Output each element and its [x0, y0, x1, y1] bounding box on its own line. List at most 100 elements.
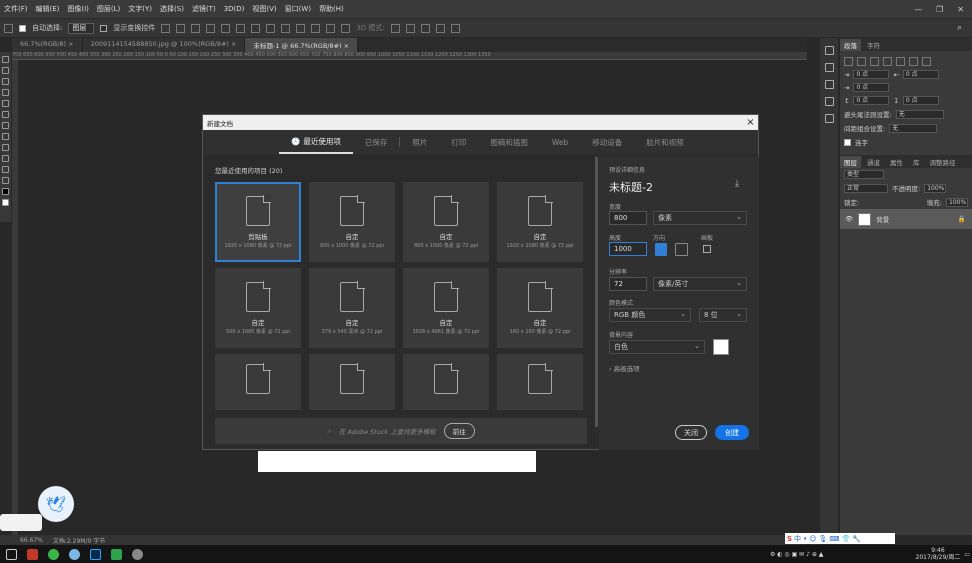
speed-widget[interactable] [0, 514, 42, 531]
create-button[interactable]: 创建 [715, 425, 749, 440]
hyphen-checkbox[interactable] [844, 138, 851, 146]
preset-card[interactable]: 自定 3508 x 4961 像素 @ 72 ppi [403, 268, 489, 348]
brush-tool-icon[interactable] [2, 100, 9, 107]
align-middle-icon[interactable] [176, 23, 186, 33]
text-tool-icon[interactable] [2, 133, 9, 140]
preset-card[interactable] [215, 354, 301, 410]
menu-3d[interactable]: 3D(D) [220, 5, 249, 13]
tray-icons[interactable]: ⚙ ◐ ◎ ▣ ✉ ♪ ⊕ ▲ [770, 551, 823, 558]
close-icon[interactable]: × [743, 117, 758, 128]
foreground-color-swatch[interactable] [2, 188, 9, 195]
background-color-swatch[interactable] [2, 199, 9, 206]
hand-tool-icon[interactable] [2, 166, 9, 173]
color-mode-dropdown[interactable]: RGB 颜色 [609, 308, 691, 322]
distribute-middle-icon[interactable] [266, 23, 276, 33]
move-tool-icon[interactable] [2, 56, 9, 63]
align-right-text-icon[interactable] [870, 57, 879, 66]
height-input[interactable]: 1000 [609, 242, 647, 256]
distribute-right-icon[interactable] [326, 23, 336, 33]
save-preset-icon[interactable]: ⤓ [735, 179, 739, 189]
emoji-icon[interactable]: ☺ [809, 535, 816, 543]
avoid-dropdown[interactable]: 无 [895, 109, 944, 119]
preset-card[interactable] [403, 354, 489, 410]
clock[interactable]: 9:46 2017/8/29/周二 [916, 547, 961, 561]
document-canvas[interactable] [258, 451, 536, 472]
3d-slide-icon[interactable] [435, 23, 445, 33]
preset-card[interactable]: 自定 500 x 1080 像素 @ 72 ppi [215, 268, 301, 348]
show-transform-checkbox[interactable] [100, 24, 108, 32]
align-bottom-icon[interactable] [191, 23, 201, 33]
menu-file[interactable]: 文件(F) [0, 4, 32, 14]
punctuation-icon[interactable]: • [803, 535, 807, 543]
spacing-dropdown[interactable]: 无 [889, 123, 938, 133]
notification-icon[interactable]: ▭ [964, 551, 970, 558]
3d-rotate-icon[interactable] [390, 23, 400, 33]
tab-art[interactable]: 图稿和插图 [478, 130, 540, 154]
paths-icon[interactable] [824, 97, 834, 106]
preset-card[interactable] [497, 354, 583, 410]
visibility-eye-icon[interactable]: 👁 [845, 215, 853, 223]
restore-icon[interactable]: ❐ [936, 5, 943, 14]
eraser-tool-icon[interactable] [2, 111, 9, 118]
align-left-icon[interactable] [206, 23, 216, 33]
sogou-icon[interactable]: S [787, 535, 792, 543]
skin-icon[interactable]: 👕 [842, 535, 851, 543]
assistant-bird-icon[interactable]: 🕊 [38, 486, 74, 522]
layer-select-dropdown[interactable]: 图层 [68, 22, 95, 34]
preset-card[interactable]: 自定 800 x 1000 像素 @ 72 ppi [309, 182, 395, 262]
browser-360-icon[interactable] [48, 548, 59, 560]
menu-edit[interactable]: 编辑(E) [32, 4, 64, 14]
shape-tool-icon[interactable] [2, 144, 9, 151]
menu-view[interactable]: 视图(V) [248, 4, 280, 14]
doc-tab-active[interactable]: 未标题-1 @ 66.7%(RGB/8#) × [245, 38, 359, 52]
preset-card[interactable]: 自定 800 x 1000 像素 @ 72 ppi [403, 182, 489, 262]
background-dropdown[interactable]: 白色 [609, 340, 705, 354]
menu-type[interactable]: 文字(Y) [124, 4, 156, 14]
character-icon[interactable] [824, 114, 834, 123]
go-button[interactable]: 前往 [443, 423, 475, 439]
menu-help[interactable]: 帮助(H) [315, 4, 348, 14]
tab-layers[interactable]: 图层 [840, 155, 861, 168]
preset-scrollbar[interactable] [595, 157, 598, 427]
preset-card[interactable]: 剪贴板 1920 x 1080 像素 @ 72 ppi [215, 182, 301, 262]
tab-properties[interactable]: 属性 [886, 156, 907, 168]
menu-select[interactable]: 选择(S) [156, 4, 188, 14]
ime-mode[interactable]: 中 [794, 534, 801, 544]
resolution-unit-dropdown[interactable]: 像素/英寸 [653, 277, 747, 291]
resolution-input[interactable]: 72 [609, 277, 647, 291]
spreadsheet-icon[interactable] [111, 548, 122, 560]
background-color-swatch[interactable] [713, 339, 729, 355]
tab-libraries[interactable]: 库 [909, 156, 924, 168]
align-center-text-icon[interactable] [857, 57, 866, 66]
preset-card[interactable]: 自定 1920 x 1080 像素 @ 72 ppi [497, 182, 583, 262]
3d-roll-icon[interactable] [405, 23, 415, 33]
filezilla-icon[interactable] [27, 548, 38, 560]
indent-left-input[interactable]: 0 点 [853, 70, 890, 79]
pen-tool-icon[interactable] [2, 122, 9, 129]
keyboard-icon[interactable]: ⌨ [829, 535, 839, 543]
menu-image[interactable]: 图像(I) [63, 4, 93, 14]
tab-recent[interactable]: 🕓 最近使用项 [279, 130, 353, 154]
artboard-checkbox[interactable] [703, 245, 711, 253]
distribute-center-icon[interactable] [311, 23, 321, 33]
align-top-icon[interactable] [161, 23, 171, 33]
align-right-icon[interactable] [236, 23, 246, 33]
bit-depth-dropdown[interactable]: 8 位 [699, 308, 747, 322]
tab-web[interactable]: Web [540, 130, 580, 154]
tab-paragraph[interactable]: 段落 [840, 38, 861, 51]
zoom-tool-icon[interactable] [2, 155, 9, 162]
justify-all-icon[interactable] [922, 57, 931, 66]
app-icon[interactable] [132, 548, 143, 560]
layer-kind-dropdown[interactable]: 类型 [844, 170, 884, 179]
menu-filter[interactable]: 滤镜(T) [188, 4, 220, 14]
menu-window[interactable]: 窗口(W) [281, 4, 315, 14]
first-indent-input[interactable]: 0 点 [853, 83, 890, 92]
more-tools-icon[interactable] [2, 177, 9, 184]
tab-channels[interactable]: 通道 [863, 156, 884, 168]
lasso-tool-icon[interactable] [2, 67, 9, 74]
align-center-icon[interactable] [221, 23, 231, 33]
preset-card[interactable]: 自定 379 x 540 毫米 @ 72 ppi [309, 268, 395, 348]
minimize-icon[interactable]: — [914, 5, 922, 14]
space-after-input[interactable]: 0 点 [902, 96, 939, 105]
tab-print[interactable]: 打印 [439, 130, 478, 154]
